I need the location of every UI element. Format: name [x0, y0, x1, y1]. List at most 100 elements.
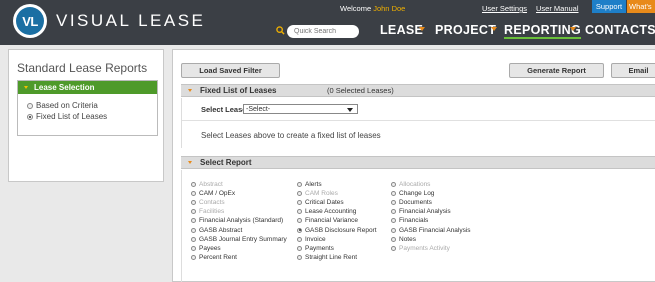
lease-selection-header[interactable]: Lease Selection — [18, 81, 157, 94]
report-option[interactable]: Payments — [297, 245, 334, 252]
radio-icon — [191, 182, 196, 187]
radio-icon[interactable] — [391, 200, 396, 206]
report-option-label: Facilities — [199, 208, 225, 216]
report-option-label: Change Log — [399, 190, 435, 198]
report-option: Facilities — [191, 208, 224, 215]
report-option[interactable]: CAM / OpEx — [191, 190, 235, 197]
report-option[interactable]: Straight Line Rent — [297, 254, 357, 261]
report-option-label: Straight Line Rent — [305, 253, 358, 261]
quick-search-input[interactable] — [287, 25, 359, 38]
option-based-on-criteria[interactable]: Based on Criteria — [27, 101, 98, 110]
welcome-message: Welcome John Doe — [340, 4, 405, 13]
report-option[interactable]: GASB Disclosure Report — [297, 227, 377, 234]
caret-down-icon — [24, 86, 28, 89]
report-main-panel: Load Saved Filter Generate Report Email … — [172, 49, 655, 282]
report-option-label: Critical Dates — [305, 199, 344, 207]
radio-icon[interactable] — [297, 200, 302, 206]
radio-icon[interactable] — [391, 218, 396, 224]
radio-icon[interactable] — [191, 191, 196, 197]
report-option-label: Financial Analysis — [399, 208, 451, 216]
report-option-label: Lease Accounting — [305, 208, 357, 216]
user-settings-link[interactable]: User Settings — [482, 4, 527, 13]
nav-project[interactable]: PROJECT — [435, 23, 496, 37]
report-option[interactable]: Percent Rent — [191, 254, 237, 261]
radio-icon[interactable] — [391, 191, 396, 197]
report-option[interactable]: Documents — [391, 199, 432, 206]
report-option: CAM Roles — [297, 190, 338, 197]
radio-icon[interactable] — [297, 182, 302, 187]
option-fixed-list[interactable]: Fixed List of Leases — [27, 112, 107, 121]
generate-report-button[interactable]: Generate Report — [509, 63, 604, 78]
welcome-prefix: Welcome — [340, 4, 372, 13]
report-option[interactable]: Invoice — [297, 236, 326, 243]
select-lease-value: -Select- — [246, 105, 271, 113]
whats-new-button[interactable]: What's — [627, 0, 655, 13]
report-option[interactable]: Alerts — [297, 181, 322, 188]
report-option-label: Alerts — [305, 181, 322, 188]
chevron-down-icon[interactable] — [570, 27, 576, 31]
report-option[interactable]: Notes — [391, 236, 416, 243]
report-option[interactable]: Financial Analysis — [391, 208, 451, 215]
report-option[interactable]: Critical Dates — [297, 199, 344, 206]
radio-icon[interactable] — [191, 236, 196, 242]
option-label: Based on Criteria — [36, 101, 98, 110]
radio-checked-icon[interactable] — [27, 113, 33, 120]
fixed-list-title: Fixed List of Leases — [200, 86, 277, 95]
radio-icon — [191, 209, 196, 215]
report-option[interactable]: Financial Variance — [297, 217, 358, 224]
lease-selection-section: Lease Selection Based on Criteria Fixed … — [17, 80, 158, 136]
selected-count: (0 Selected Leases) — [327, 86, 394, 95]
radio-icon[interactable] — [27, 102, 33, 109]
radio-icon[interactable] — [297, 236, 302, 242]
report-option: Abstract — [191, 181, 223, 188]
report-option[interactable]: Financials — [391, 217, 428, 224]
report-option-label: Notes — [399, 235, 416, 243]
logo[interactable]: VL — [13, 4, 47, 38]
fixed-list-header[interactable]: Fixed List of Leases (0 Selected Leases) — [181, 84, 655, 97]
radio-icon[interactable] — [191, 218, 196, 224]
radio-icon[interactable] — [297, 209, 302, 215]
support-button[interactable]: Support — [592, 0, 626, 13]
radio-icon[interactable] — [191, 254, 196, 260]
select-lease-dropdown[interactable]: -Select- — [243, 104, 358, 114]
report-option[interactable]: Financial Analysis (Standard) — [191, 217, 283, 224]
report-option-label: Allocations — [399, 181, 431, 188]
nav-contacts[interactable]: CONTACTS — [585, 23, 655, 37]
report-option-label: GASB Disclosure Report — [305, 226, 377, 234]
chevron-down-icon[interactable] — [491, 27, 497, 31]
report-option-label: Abstract — [199, 181, 223, 188]
search-icon[interactable] — [276, 26, 285, 35]
user-manual-link[interactable]: User Manual — [536, 4, 579, 13]
load-saved-filter-button[interactable]: Load Saved Filter — [181, 63, 280, 78]
report-option-label: Contacts — [199, 199, 225, 207]
report-option[interactable]: Lease Accounting — [297, 208, 356, 215]
report-option[interactable]: GASB Abstract — [191, 227, 242, 234]
radio-icon[interactable] — [191, 227, 196, 233]
report-option-label: Payments — [305, 244, 334, 252]
option-label: Fixed List of Leases — [36, 112, 108, 121]
report-option: Payments Activity — [391, 245, 450, 252]
report-option[interactable]: GASB Journal Entry Summary — [191, 236, 287, 243]
radio-icon[interactable] — [391, 227, 396, 233]
fixed-list-hint: Select Leases above to create a fixed li… — [201, 131, 381, 140]
dropdown-arrow-icon — [347, 108, 353, 112]
report-option-label: GASB Financial Analysis — [399, 226, 471, 234]
chevron-down-icon[interactable] — [419, 27, 425, 31]
radio-icon[interactable] — [391, 209, 396, 215]
report-option[interactable]: Change Log — [391, 190, 434, 197]
radio-icon[interactable] — [297, 218, 302, 224]
radio-checked-icon[interactable] — [297, 227, 302, 233]
report-option[interactable]: Payees — [191, 245, 221, 252]
radio-icon[interactable] — [297, 254, 302, 260]
radio-icon[interactable] — [297, 245, 302, 251]
fixed-list-body: Select Lease -Select- Select Leases abov… — [181, 98, 655, 148]
user-name[interactable]: John Doe — [373, 4, 405, 13]
radio-icon[interactable] — [391, 236, 396, 242]
select-report-header[interactable]: Select Report — [181, 156, 655, 169]
radio-icon[interactable] — [191, 245, 196, 251]
report-option[interactable]: GASB Financial Analysis — [391, 227, 471, 234]
report-option-label: Documents — [399, 199, 432, 207]
email-button[interactable]: Email — [611, 63, 655, 78]
nav-lease[interactable]: LEASE — [380, 23, 423, 37]
radio-icon — [391, 245, 396, 251]
